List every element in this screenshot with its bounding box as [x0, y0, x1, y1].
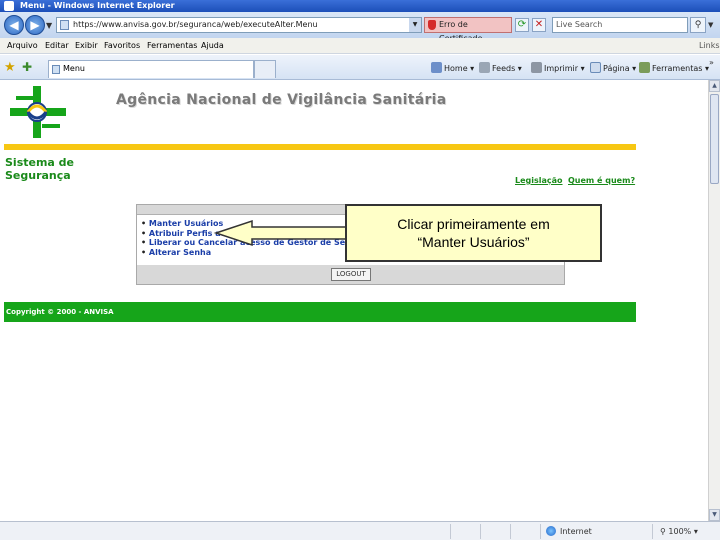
ie-icon: [4, 1, 14, 11]
refresh-button[interactable]: ⟳: [515, 18, 529, 32]
panel-footer: LOGOUT: [137, 265, 564, 284]
stop-button[interactable]: ✕: [532, 18, 546, 32]
scroll-down-icon[interactable]: ▼: [709, 509, 720, 521]
footer-bar: Copyright © 2000 - ANVISA: [4, 302, 636, 322]
copyright-text: Copyright © 2000 - ANVISA: [6, 308, 114, 316]
favorites-star-icon[interactable]: ★: [4, 60, 16, 75]
zoom-control[interactable]: ⚲ 100% ▾: [660, 525, 698, 538]
callout-line1: Clicar primeiramente em: [397, 216, 550, 232]
status-divider: [510, 524, 511, 539]
legislacao-link[interactable]: Legislação: [515, 176, 563, 185]
scroll-up-icon[interactable]: ▲: [709, 80, 720, 92]
zoom-level: 100%: [668, 527, 692, 536]
globe-icon: [546, 526, 556, 536]
vertical-scrollbar[interactable]: ▲ ▼: [708, 80, 720, 521]
address-row: ◀ ▶ ▼ https://www.anvisa.gov.br/seguranc…: [0, 12, 720, 43]
search-input[interactable]: Live Search: [552, 17, 688, 33]
tools-label: Ferramentas: [652, 64, 703, 73]
callout-arrow: [213, 219, 349, 247]
links-label[interactable]: Links: [699, 38, 720, 54]
tab-page-icon: [52, 65, 60, 74]
tab-label: Menu: [63, 64, 85, 73]
feeds-label: Feeds: [492, 64, 516, 73]
printer-icon: [531, 62, 542, 73]
callout-line2: “Manter Usuários”: [417, 234, 530, 250]
tab-bar: ★ ✚ Menu Home ▾ Feeds ▾ Imprimir ▾ Págin…: [0, 55, 720, 80]
option-label: Alterar Senha: [148, 247, 212, 257]
home-icon: [431, 62, 442, 73]
tools-button[interactable]: Ferramentas ▾: [639, 62, 709, 75]
forward-button[interactable]: ▶: [25, 15, 45, 35]
header-divider: [4, 144, 636, 150]
menu-ferramentas[interactable]: Ferramentas: [147, 38, 197, 54]
page-menu-icon: [590, 62, 601, 73]
scroll-thumb[interactable]: [710, 94, 719, 184]
system-title-line2: Segurança: [5, 169, 71, 182]
zoom-icon: ⚲: [660, 527, 666, 536]
instruction-callout: Clicar primeiramente em “Manter Usuários…: [345, 204, 602, 262]
page-content: Agência Nacional de Vigilância Sanitária…: [0, 80, 708, 521]
status-divider: [540, 524, 541, 539]
home-label: Home: [444, 64, 468, 73]
address-input[interactable]: https://www.anvisa.gov.br/seguranca/web/…: [56, 17, 422, 33]
shield-icon: [428, 20, 436, 30]
system-title-line1: Sistema de: [5, 156, 75, 169]
history-dropdown-icon[interactable]: ▼: [46, 21, 52, 30]
more-commands-icon[interactable]: »: [709, 58, 714, 67]
search-placeholder: Live Search: [556, 20, 603, 29]
menu-arquivo[interactable]: Arquivo: [7, 38, 38, 54]
gear-icon: [639, 62, 650, 73]
page-label: Página: [603, 64, 630, 73]
tab-menu[interactable]: Menu: [48, 60, 254, 78]
search-button[interactable]: ⚲: [690, 17, 706, 33]
window-title: Menu - Windows Internet Explorer: [20, 1, 175, 10]
address-url: https://www.anvisa.gov.br/seguranca/web/…: [73, 20, 318, 29]
menu-favoritos[interactable]: Favoritos: [104, 38, 140, 54]
menu-editar[interactable]: Editar: [45, 38, 69, 54]
address-dropdown-icon[interactable]: ▼: [409, 18, 421, 32]
feeds-button[interactable]: Feeds ▾: [479, 62, 522, 75]
window-title-bar: Menu - Windows Internet Explorer: [0, 0, 720, 12]
print-button[interactable]: Imprimir ▾: [531, 62, 585, 75]
page-icon: [60, 20, 69, 30]
agency-title: Agência Nacional de Vigilância Sanitária: [116, 92, 447, 108]
status-divider: [652, 524, 653, 539]
security-zone[interactable]: Internet: [546, 525, 592, 538]
menu-exibir[interactable]: Exibir: [75, 38, 98, 54]
page-button[interactable]: Página ▾: [590, 62, 636, 75]
status-bar: Internet ⚲ 100% ▾: [0, 521, 720, 540]
add-favorite-icon[interactable]: ✚: [22, 60, 32, 74]
logout-button[interactable]: LOGOUT: [331, 268, 371, 281]
feeds-icon: [479, 62, 490, 73]
system-title: Sistema de Segurança: [5, 156, 85, 182]
status-divider: [480, 524, 481, 539]
new-tab-button[interactable]: [254, 60, 276, 78]
home-button[interactable]: Home ▾: [431, 62, 474, 75]
search-dropdown-icon[interactable]: ▼: [708, 21, 713, 29]
anvisa-logo: [10, 86, 66, 138]
back-button[interactable]: ◀: [4, 15, 24, 35]
menu-bar: Arquivo Editar Exibir Favoritos Ferramen…: [0, 38, 720, 54]
quem-e-quem-link[interactable]: Quem é quem?: [568, 176, 635, 185]
menu-ajuda[interactable]: Ajuda: [201, 38, 224, 54]
certificate-error-button[interactable]: Erro de Certificado: [424, 17, 512, 43]
zone-label: Internet: [560, 527, 592, 536]
print-label: Imprimir: [544, 64, 579, 73]
status-divider: [450, 524, 451, 539]
